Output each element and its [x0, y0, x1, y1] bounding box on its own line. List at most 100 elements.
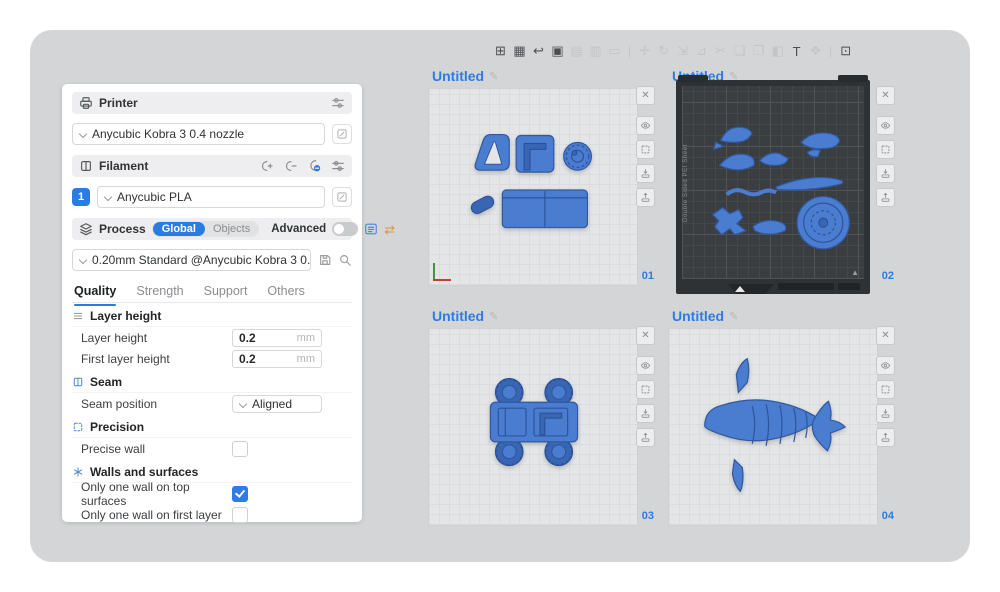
layer-height-icon [72, 310, 84, 322]
close-plate-icon[interactable]: ✕ [636, 86, 655, 105]
plate-surface: Double Sided PEI Sheet [682, 86, 864, 279]
remove-filament-icon[interactable] [283, 159, 297, 173]
layer-height-input[interactable]: mm [232, 329, 322, 347]
group-seam: Seam [72, 371, 352, 393]
arrange-all-plates-icon[interactable]: ▥ [587, 41, 604, 61]
add-text-icon[interactable]: T [788, 41, 805, 61]
variable-layer-height-icon[interactable]: ◧ [769, 41, 786, 61]
chevron-down-icon [79, 256, 87, 264]
one-wall-first-layer-checkbox[interactable] [232, 507, 248, 523]
add-filament-icon[interactable] [259, 159, 273, 173]
export-plate-icon[interactable] [876, 404, 895, 423]
lay-flat-icon[interactable]: ⊿ [693, 41, 710, 61]
plate-visibility-icon[interactable] [636, 356, 655, 375]
scale-icon[interactable]: ⇲ [674, 41, 691, 61]
filament-select-value: Anycubic PLA [117, 190, 192, 204]
plate-viewport-3[interactable]: Untitled ✎ [428, 308, 655, 530]
filament-select[interactable]: Anycubic PLA [97, 186, 325, 208]
printer-icon [79, 96, 93, 110]
export-plate-icon[interactable] [636, 404, 655, 423]
printer-settings-icon[interactable] [331, 96, 345, 110]
fit-plate-icon[interactable] [636, 380, 655, 399]
fit-plate-icon[interactable] [876, 140, 895, 159]
build-plate[interactable] [428, 88, 638, 286]
printer-section-header: Printer [72, 92, 352, 114]
axis-x-indicator [433, 279, 451, 281]
save-profile-icon[interactable] [318, 253, 332, 267]
split-to-objects-icon[interactable]: ⊡ [837, 41, 854, 61]
fit-plate-icon[interactable] [636, 140, 655, 159]
settings-panel: Printer Anycubic Kobra 3 0.4 nozzle Fila… [62, 84, 362, 522]
send-plate-icon[interactable] [636, 188, 655, 207]
walls-surfaces-icon [72, 466, 84, 478]
filament-section-title: Filament [99, 159, 148, 173]
scope-objects-button[interactable]: Objects [205, 222, 258, 236]
close-plate-icon[interactable]: ✕ [876, 86, 895, 105]
image-to-model-icon[interactable]: ▣ [549, 41, 566, 61]
process-list-icon[interactable] [364, 222, 378, 236]
edit-filament-button[interactable] [332, 187, 352, 207]
plate-visibility-icon[interactable] [876, 116, 895, 135]
models-3d[interactable] [682, 86, 864, 279]
send-plate-icon[interactable] [876, 188, 895, 207]
precise-wall-checkbox[interactable] [232, 441, 248, 457]
edit-printer-button[interactable] [332, 124, 352, 144]
process-profile-select[interactable]: 0.20mm Standard @Anycubic Kobra 3 0.4 no… [72, 249, 311, 271]
add-model-icon[interactable]: ⊞ [492, 41, 509, 61]
rename-plate-icon[interactable]: ✎ [729, 310, 738, 323]
printer-select[interactable]: Anycubic Kobra 3 0.4 nozzle [72, 123, 325, 145]
layer-height-value[interactable] [239, 331, 285, 345]
close-plate-icon[interactable]: ✕ [876, 326, 895, 345]
tab-strength[interactable]: Strength [136, 284, 183, 302]
tab-others[interactable]: Others [267, 284, 305, 302]
cut-icon[interactable]: ✂ [712, 41, 729, 61]
plate-viewport-4[interactable]: Untitled ✎ ✕ 04 [668, 308, 895, 530]
models-3d[interactable] [429, 89, 637, 285]
clone-icon[interactable]: ❐ [750, 41, 767, 61]
seam-position-select[interactable]: Aligned [232, 395, 322, 413]
flatten-icon[interactable]: ▭ [606, 41, 623, 61]
send-plate-icon[interactable] [636, 428, 655, 447]
filament-slot-badge[interactable]: 1 [72, 188, 90, 206]
first-layer-height-input[interactable]: mm [232, 350, 322, 368]
add-plate-icon[interactable]: ▦ [511, 41, 528, 61]
fit-plate-icon[interactable] [876, 380, 895, 399]
plate-visibility-icon[interactable] [876, 356, 895, 375]
filament-settings-icon[interactable] [331, 159, 345, 173]
copy-icon[interactable]: ❏ [731, 41, 748, 61]
assemble-icon[interactable]: ❖ [807, 41, 824, 61]
move-icon[interactable]: ✛ [636, 41, 653, 61]
search-settings-icon[interactable] [338, 253, 352, 267]
tab-quality[interactable]: Quality [74, 284, 116, 302]
close-plate-icon[interactable]: ✕ [636, 326, 655, 345]
import-icon[interactable]: ↩ [530, 41, 547, 61]
plate-viewport-1[interactable]: Untitled ✎ [428, 68, 655, 290]
rename-plate-icon[interactable]: ✎ [489, 310, 498, 323]
rotate-icon[interactable]: ↻ [655, 41, 672, 61]
one-wall-top-checkbox[interactable] [232, 486, 248, 502]
send-plate-icon[interactable] [876, 428, 895, 447]
models-3d[interactable] [429, 329, 637, 525]
plate-material-chip [778, 283, 834, 290]
export-plate-icon[interactable] [636, 164, 655, 183]
rename-plate-icon[interactable]: ✎ [489, 70, 498, 83]
precision-icon [72, 421, 84, 433]
plate-visibility-icon[interactable] [636, 116, 655, 135]
build-plate-dark[interactable]: Double Sided PEI Sheet [676, 80, 870, 294]
build-plate[interactable] [668, 328, 878, 526]
filament-icon [79, 159, 93, 173]
export-plate-icon[interactable] [876, 164, 895, 183]
plate-viewport-2[interactable]: Untitled ✎ Double Sided PEI Sheet [668, 68, 895, 290]
tab-support[interactable]: Support [204, 284, 248, 302]
setting-row: First layer height mm [72, 348, 352, 369]
plate-number: 01 [642, 270, 654, 282]
sync-profile-icon[interactable]: ⇄ [384, 223, 395, 236]
advanced-toggle[interactable] [332, 222, 358, 236]
arrange-icon[interactable]: ▤ [568, 41, 585, 61]
build-plate[interactable] [428, 328, 638, 526]
scope-global-button[interactable]: Global [153, 222, 205, 236]
sync-filament-icon[interactable] [307, 159, 321, 173]
models-3d[interactable] [669, 329, 877, 525]
plate-number: 04 [882, 510, 894, 522]
first-layer-height-value[interactable] [239, 352, 285, 366]
